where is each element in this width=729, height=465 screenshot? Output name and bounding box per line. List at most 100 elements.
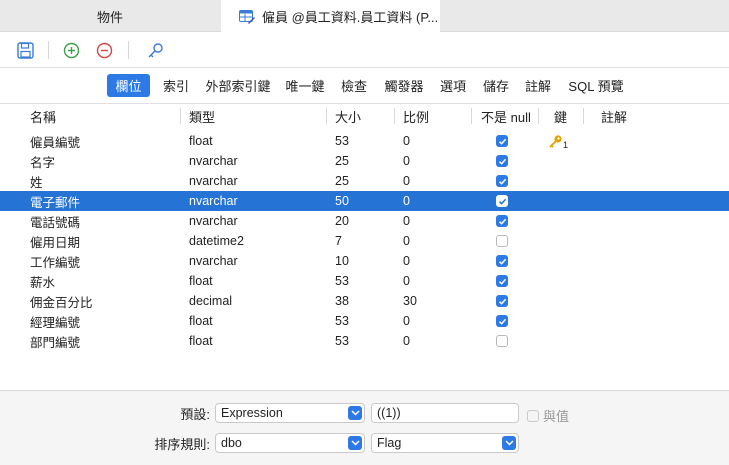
subtab-triggers[interactable]: 觸發器 <box>380 74 428 97</box>
not-null-checkbox[interactable] <box>496 191 508 211</box>
tab-table-design[interactable]: 僱員 @員工資料.員工資料 (P... <box>221 0 440 33</box>
field-name[interactable]: 部門編號 <box>30 331 80 351</box>
field-type[interactable]: decimal <box>189 291 232 311</box>
field-type[interactable]: nvarchar <box>189 151 238 171</box>
subtab-fields[interactable]: 欄位 <box>107 74 150 97</box>
not-null-checkbox[interactable] <box>496 231 508 251</box>
field-scale[interactable]: 0 <box>403 271 410 291</box>
subtab-sql-preview[interactable]: SQL 預覽 <box>564 74 628 97</box>
field-scale[interactable]: 0 <box>403 331 410 351</box>
field-type[interactable]: nvarchar <box>189 211 238 231</box>
primary-key-button[interactable] <box>145 40 165 60</box>
not-null-checkbox[interactable] <box>496 251 508 271</box>
subtab-indexes[interactable]: 索引 <box>158 74 194 97</box>
field-size[interactable]: 53 <box>335 131 349 151</box>
column-header-not-null[interactable]: 不是 null <box>481 105 531 127</box>
field-type[interactable]: float <box>189 331 213 351</box>
toolbar-separator <box>48 41 49 59</box>
table-row[interactable]: 薪水 float 53 0 <box>0 271 729 291</box>
field-size[interactable]: 53 <box>335 271 349 291</box>
not-null-checkbox[interactable] <box>496 171 508 191</box>
not-null-checkbox[interactable] <box>496 291 508 311</box>
table-row[interactable]: 名字 nvarchar 25 0 <box>0 151 729 171</box>
field-size[interactable]: 50 <box>335 191 349 211</box>
table-row-selected[interactable]: 電子郵件 nvarchar 50 0 <box>0 191 729 211</box>
table-row[interactable]: 電話號碼 nvarchar 20 0 <box>0 211 729 231</box>
field-type[interactable]: nvarchar <box>189 191 238 211</box>
add-field-button[interactable] <box>61 40 81 60</box>
not-null-checkbox[interactable] <box>496 131 508 151</box>
subtab-storage[interactable]: 儲存 <box>479 74 513 97</box>
subtab-checks[interactable]: 檢查 <box>337 74 371 97</box>
field-size[interactable]: 25 <box>335 151 349 171</box>
subtab-comments[interactable]: 註解 <box>521 74 555 97</box>
remove-field-button[interactable] <box>94 40 114 60</box>
default-type-select[interactable]: Expression <box>215 403 365 423</box>
table-row[interactable]: 姓 nvarchar 25 0 <box>0 171 729 191</box>
table-row[interactable]: 僱員編號 float 53 0 1 <box>0 131 729 151</box>
field-size[interactable]: 20 <box>335 211 349 231</box>
not-null-checkbox[interactable] <box>496 151 508 171</box>
subtab-unique-keys[interactable]: 唯一鍵 <box>282 74 328 97</box>
field-scale[interactable]: 0 <box>403 171 410 191</box>
column-header-comment[interactable]: 註解 <box>601 105 627 127</box>
collation-select[interactable]: dbo <box>215 433 365 453</box>
save-button[interactable] <box>15 40 35 60</box>
field-name[interactable]: 經理編號 <box>30 311 80 331</box>
field-name[interactable]: 電話號碼 <box>30 211 80 231</box>
not-null-checkbox[interactable] <box>496 311 508 331</box>
field-name[interactable]: 佣金百分比 <box>30 291 93 311</box>
column-header-key[interactable]: 鍵 <box>554 105 567 127</box>
field-type[interactable]: float <box>189 271 213 291</box>
table-row[interactable]: 部門編號 float 53 0 <box>0 331 729 351</box>
subtab-options[interactable]: 選項 <box>436 74 470 97</box>
field-scale[interactable]: 0 <box>403 211 410 231</box>
field-name[interactable]: 電子郵件 <box>30 191 80 211</box>
field-type[interactable]: float <box>189 311 213 331</box>
field-size[interactable]: 38 <box>335 291 349 311</box>
collation-option-select[interactable]: Flag <box>371 433 519 453</box>
table-row[interactable]: 工作編號 nvarchar 10 0 <box>0 251 729 271</box>
field-type[interactable]: nvarchar <box>189 251 238 271</box>
column-header-type[interactable]: 類型 <box>189 105 215 127</box>
field-type[interactable]: float <box>189 131 213 151</box>
column-header-size[interactable]: 大小 <box>335 105 361 127</box>
field-scale[interactable]: 30 <box>403 291 417 311</box>
field-name[interactable]: 名字 <box>30 151 55 171</box>
field-name[interactable]: 僱員編號 <box>30 131 80 151</box>
collation-value: dbo <box>221 436 242 450</box>
field-scale[interactable]: 0 <box>403 191 410 211</box>
with-values-label: 與值 <box>543 409 570 424</box>
field-scale[interactable]: 0 <box>403 251 410 271</box>
field-size[interactable]: 53 <box>335 311 349 331</box>
field-scale[interactable]: 0 <box>403 131 410 151</box>
primary-key-indicator: 1 <box>548 131 568 151</box>
not-null-checkbox[interactable] <box>496 331 508 351</box>
field-name[interactable]: 僱用日期 <box>30 231 80 251</box>
field-type[interactable]: nvarchar <box>189 171 238 191</box>
tab-objects[interactable]: 物件 <box>0 0 220 32</box>
table-row[interactable]: 經理編號 float 53 0 <box>0 311 729 331</box>
field-name[interactable]: 薪水 <box>30 271 55 291</box>
table-row[interactable]: 僱用日期 datetime2 7 0 <box>0 231 729 251</box>
column-header-name[interactable]: 名稱 <box>30 105 56 127</box>
field-name[interactable]: 工作編號 <box>30 251 80 271</box>
table-row[interactable]: 佣金百分比 decimal 38 30 <box>0 291 729 311</box>
field-size[interactable]: 53 <box>335 331 349 351</box>
column-header-scale[interactable]: 比例 <box>403 105 429 127</box>
remove-circle-icon <box>96 42 112 58</box>
field-size[interactable]: 7 <box>335 231 342 251</box>
field-scale[interactable]: 0 <box>403 231 410 251</box>
subtab-foreign-keys[interactable]: 外部索引鍵 <box>202 74 274 97</box>
field-scale[interactable]: 0 <box>403 151 410 171</box>
field-size[interactable]: 25 <box>335 171 349 191</box>
field-name[interactable]: 姓 <box>30 171 43 191</box>
field-scale[interactable]: 0 <box>403 311 410 331</box>
with-values-checkbox[interactable]: 與值 <box>527 406 569 425</box>
not-null-checkbox[interactable] <box>496 211 508 231</box>
not-null-checkbox[interactable] <box>496 271 508 291</box>
field-type[interactable]: datetime2 <box>189 231 244 251</box>
fields-grid-header: 名稱 類型 大小 比例 不是 null 鍵 註解 <box>0 105 729 127</box>
default-value-input[interactable]: ((1)) <box>371 403 519 423</box>
field-size[interactable]: 10 <box>335 251 349 271</box>
